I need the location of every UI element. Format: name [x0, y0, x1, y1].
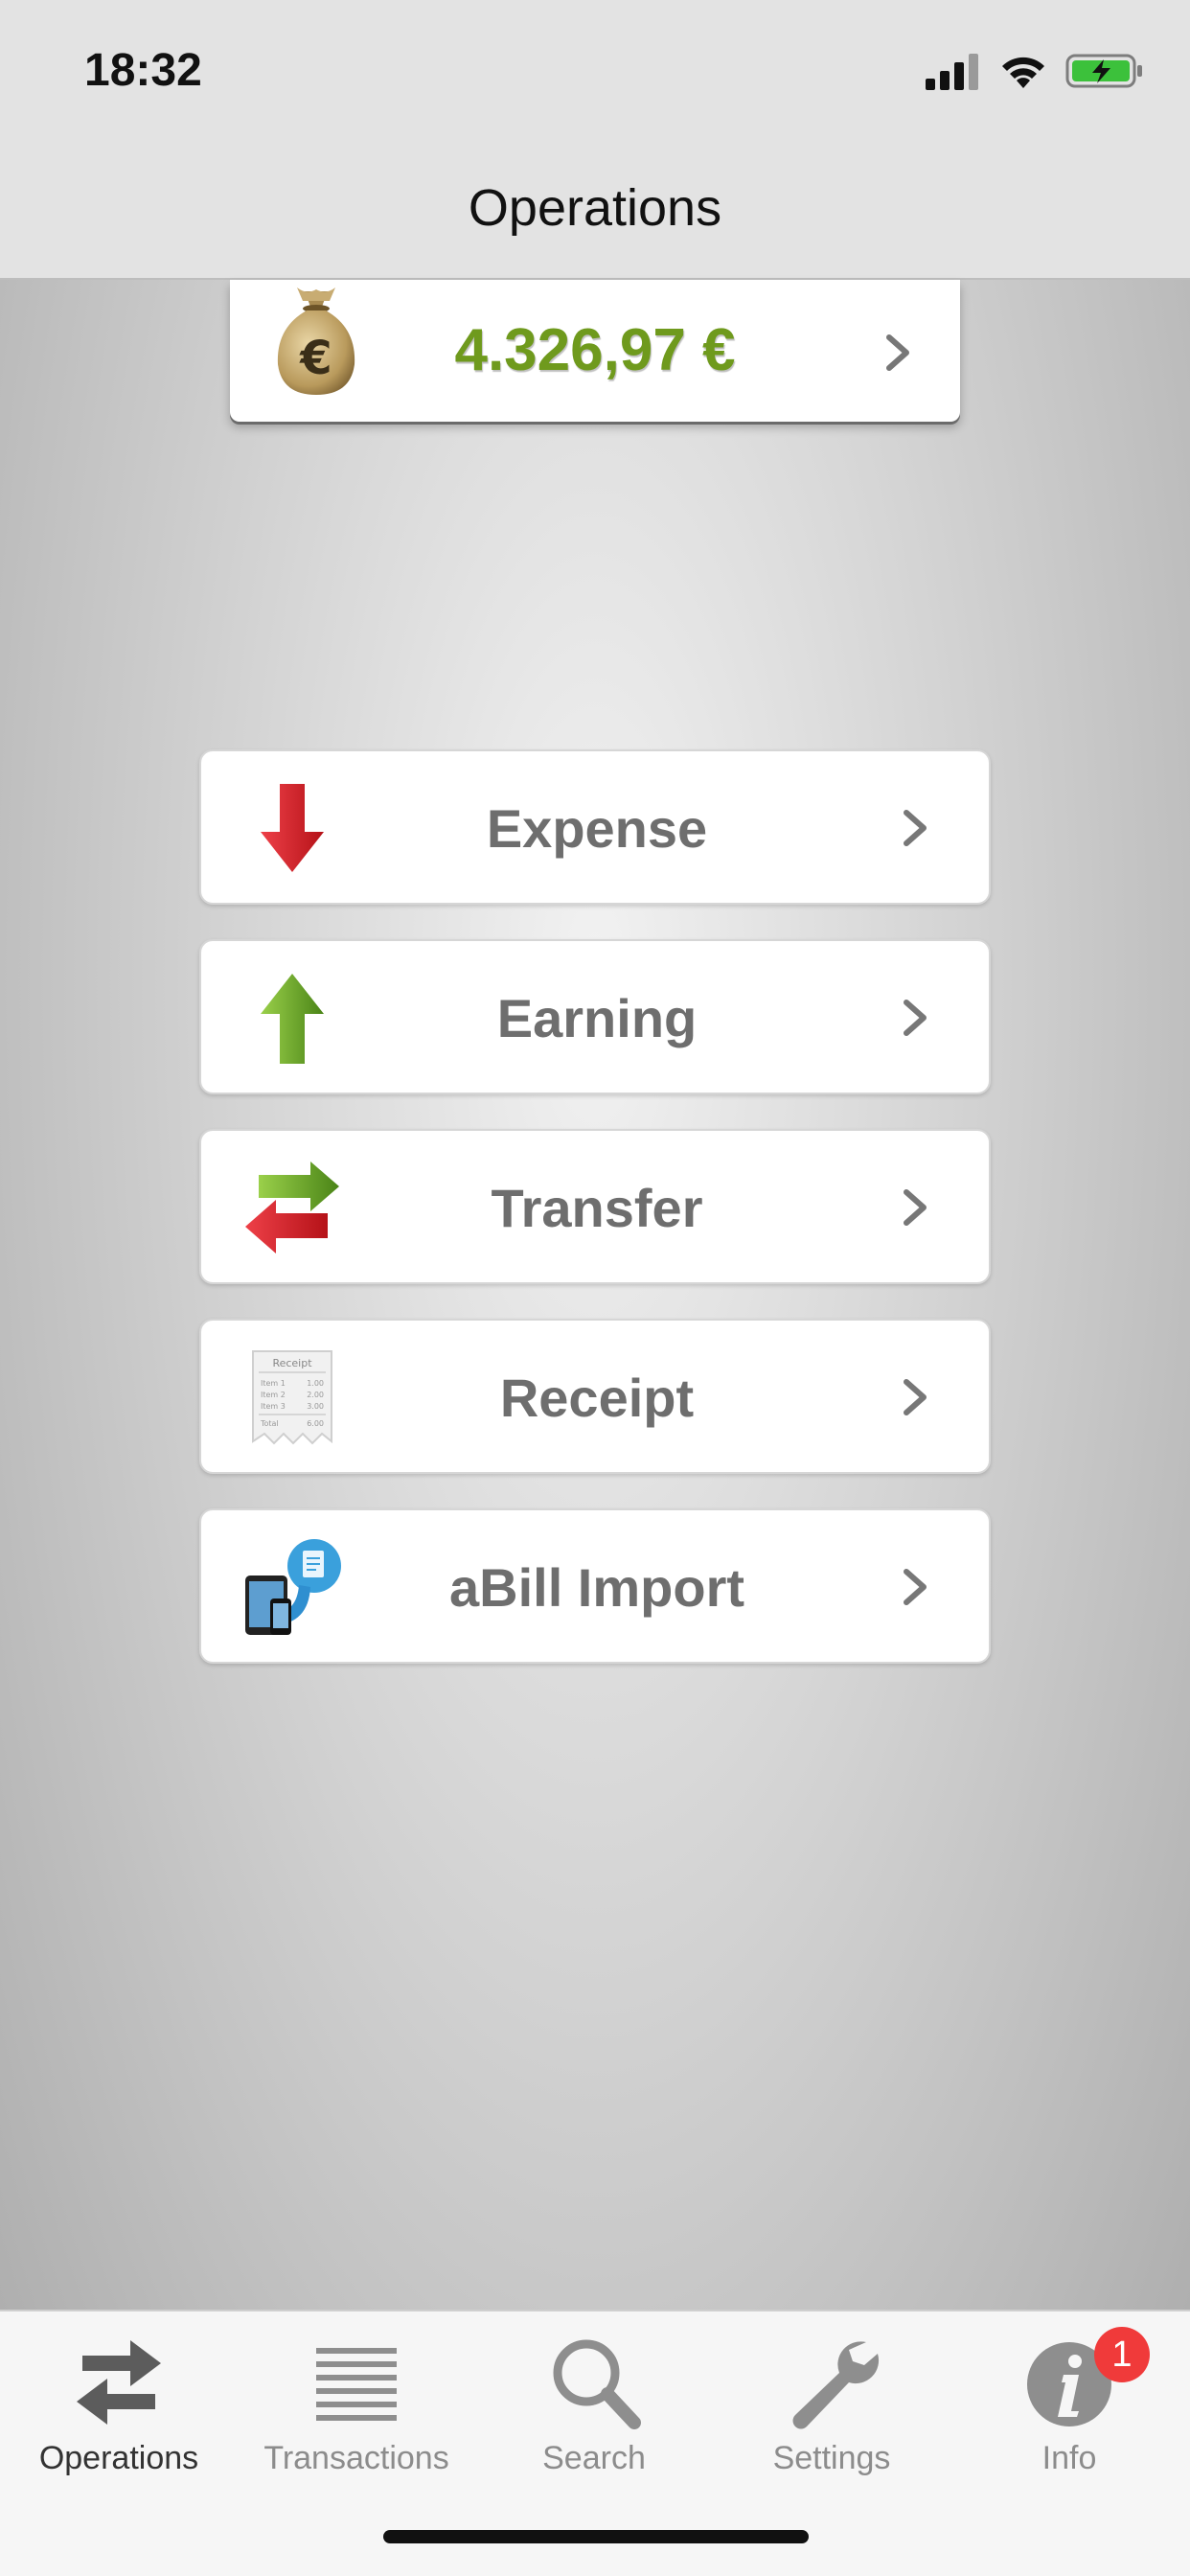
earning-label: Earning [496, 988, 698, 1048]
chevron-right-icon [901, 1188, 929, 1227]
status-time: 18:32 [84, 45, 202, 96]
notification-badge: 1 [1094, 2327, 1150, 2382]
expense-button[interactable]: Expense [199, 749, 991, 905]
receipt-label: Receipt [499, 1368, 695, 1428]
tab-search[interactable]: Search [475, 2325, 713, 2488]
chevron-right-icon [883, 334, 912, 372]
transfer-label: Transfer [491, 1178, 703, 1238]
receipt-button[interactable]: Receipt Item 1 1.00 Item 2 2.00 Item 3 3… [199, 1319, 991, 1474]
tab-label: Transactions [263, 2440, 449, 2476]
tab-label: Operations [38, 2440, 199, 2476]
list-icon [309, 2334, 404, 2430]
battery-charging-icon [1065, 52, 1144, 95]
balance-amount: 4.326,97 € [454, 317, 736, 383]
transfer-button[interactable]: Transfer [199, 1129, 991, 1284]
tab-operations[interactable]: Operations [0, 2325, 238, 2488]
wifi-icon [998, 52, 1048, 95]
tab-transactions[interactable]: Transactions [238, 2325, 475, 2488]
tab-label: Info [1041, 2440, 1097, 2476]
chevron-right-icon [901, 1378, 929, 1416]
abill-import-button[interactable]: aBill Import [199, 1508, 991, 1664]
tab-settings[interactable]: Settings [713, 2325, 950, 2488]
tab-info[interactable]: 1 Info [950, 2325, 1188, 2488]
chevron-right-icon [901, 809, 929, 847]
expense-label: Expense [486, 798, 708, 859]
tab-label: Settings [772, 2440, 891, 2476]
chevron-right-icon [901, 1568, 929, 1606]
magnifier-icon [546, 2334, 642, 2430]
status-icons [926, 50, 1144, 96]
earning-button[interactable]: Earning [199, 939, 991, 1094]
home-indicator[interactable] [383, 2530, 809, 2543]
abill-import-label: aBill Import [448, 1557, 745, 1618]
swap-arrows-icon [71, 2334, 167, 2430]
page-title: Operations [468, 179, 722, 237]
chevron-right-icon [901, 999, 929, 1037]
balance-card[interactable]: € 4.326,97 € [230, 280, 960, 422]
wrench-icon [784, 2334, 880, 2430]
cellular-signal-icon [926, 52, 981, 95]
top-bar: 18:32 Operations [0, 0, 1190, 280]
tab-label: Search [542, 2440, 646, 2476]
